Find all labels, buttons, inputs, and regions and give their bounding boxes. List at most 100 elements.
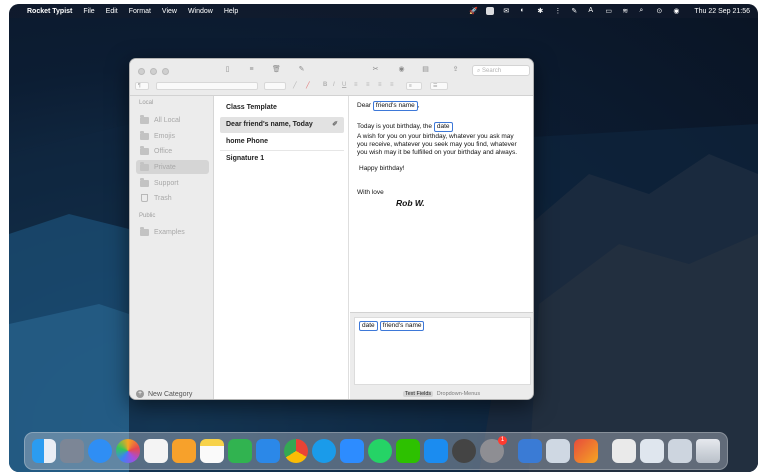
- snippet-title: Dear friend's name, Today: [226, 121, 313, 128]
- sidebar-item-label: Private: [154, 163, 176, 171]
- bluetooth-icon[interactable]: ✱: [537, 7, 545, 15]
- pages-icon[interactable]: [172, 439, 196, 463]
- downloads-icon[interactable]: [668, 439, 692, 463]
- quicktime-icon[interactable]: [452, 439, 476, 463]
- wifi-icon[interactable]: ≋: [622, 7, 630, 15]
- date-field[interactable]: date: [433, 122, 453, 132]
- date-field-chip[interactable]: date: [359, 321, 378, 331]
- numbers-icon[interactable]: [228, 439, 252, 463]
- sidebar-item-examples[interactable]: Examples: [136, 225, 209, 239]
- new-category-button[interactable]: + New Category: [136, 390, 192, 398]
- menu-window[interactable]: Window: [188, 8, 213, 15]
- bold-icon[interactable]: B: [323, 82, 327, 88]
- screen-icon[interactable]: [546, 439, 570, 463]
- sidebar-item-private[interactable]: Private: [136, 160, 209, 174]
- menu-help[interactable]: Help: [224, 8, 238, 15]
- align-justify-icon[interactable]: ≡: [390, 82, 394, 88]
- friend-name-field-chip[interactable]: friend's name: [379, 321, 425, 331]
- migration-icon[interactable]: [518, 439, 542, 463]
- editor-line-with-love: With love: [357, 189, 384, 196]
- zoom-button[interactable]: [162, 68, 169, 75]
- preview-eye-icon[interactable]: ◉: [397, 66, 406, 74]
- folder-stack-icon[interactable]: [612, 439, 636, 463]
- zoom-icon[interactable]: [340, 439, 364, 463]
- battery-icon[interactable]: ▭: [605, 7, 613, 15]
- share-icon[interactable]: ⇪: [451, 66, 460, 74]
- control-center-icon[interactable]: ⊙: [656, 7, 664, 15]
- system-preferences-icon[interactable]: 1: [480, 436, 507, 463]
- search-status-icon[interactable]: ⌕: [639, 7, 647, 15]
- settings-sliders-icon[interactable]: ≡: [247, 66, 256, 74]
- sidebar-item-all-local[interactable]: All Local: [136, 113, 209, 127]
- menu-view[interactable]: View: [162, 8, 177, 15]
- sidebar-toggle-icon[interactable]: ▯: [223, 66, 232, 74]
- list-item[interactable]: Class Template: [220, 100, 344, 116]
- document-stack-icon[interactable]: [640, 439, 664, 463]
- underline-icon[interactable]: U: [342, 82, 346, 88]
- minimize-button[interactable]: [150, 68, 157, 75]
- sidebar-item-office[interactable]: Office: [136, 144, 209, 158]
- reminders-icon[interactable]: [144, 439, 168, 463]
- menu-file[interactable]: File: [83, 8, 94, 15]
- siri-icon[interactable]: ◉: [673, 7, 681, 15]
- editor-line-happy: Happy birthday!: [359, 165, 405, 172]
- tab-text-fields[interactable]: Text Fields: [402, 391, 434, 397]
- sidebar-item-emojis[interactable]: Emojis: [136, 129, 209, 143]
- folder-icon: [140, 114, 149, 124]
- font-family-dropdown[interactable]: [156, 82, 258, 90]
- list-item[interactable]: Dear friend's name, Today ✐: [220, 117, 344, 133]
- spacing-dropdown[interactable]: ≡: [406, 82, 422, 90]
- tab-dropdown-menus[interactable]: Dropdown-Menus: [435, 391, 482, 397]
- moon-status-icon[interactable]: ◐: [520, 7, 528, 15]
- dots-status-icon[interactable]: ⋮: [554, 7, 562, 15]
- folder-icon: [140, 177, 149, 187]
- menu-edit[interactable]: Edit: [106, 8, 118, 15]
- search-input[interactable]: ⌕ Search: [472, 65, 530, 76]
- highlight-color-icon[interactable]: ╱: [306, 82, 310, 89]
- chrome-icon[interactable]: [284, 439, 308, 463]
- app-store-icon[interactable]: [424, 439, 448, 463]
- rocket-typist-status-icon[interactable]: [486, 7, 495, 15]
- trash-icon[interactable]: [696, 439, 720, 463]
- style-dropdown[interactable]: ¶: [135, 82, 149, 90]
- align-right-icon[interactable]: ≡: [378, 82, 382, 88]
- text-color-icon[interactable]: ╱: [293, 82, 297, 89]
- notes-icon[interactable]: [200, 439, 224, 463]
- align-center-icon[interactable]: ≡: [366, 82, 370, 88]
- snippet-editor[interactable]: Dear friend's name, Today is yout birthd…: [350, 96, 533, 311]
- finder-icon[interactable]: [32, 439, 56, 463]
- skype-icon[interactable]: [312, 439, 336, 463]
- new-snippet-icon[interactable]: ✎: [297, 66, 306, 74]
- category-sidebar: Local All Local Emojis Office Private Su…: [130, 96, 214, 399]
- mic-status-icon[interactable]: ✎: [571, 7, 579, 15]
- list-item[interactable]: Signature 1: [220, 151, 344, 167]
- wechat-icon[interactable]: [396, 439, 420, 463]
- list-item[interactable]: home Phone: [220, 134, 344, 150]
- whatsapp-icon[interactable]: [368, 439, 392, 463]
- safari-icon[interactable]: [88, 439, 112, 463]
- pin-icon[interactable]: ✐: [332, 117, 338, 133]
- trash-icon[interactable]: 🗑: [272, 66, 281, 74]
- close-button[interactable]: [138, 68, 145, 75]
- friend-name-field[interactable]: friend's name: [372, 101, 418, 111]
- messages-status-icon[interactable]: ✉: [503, 7, 511, 15]
- clock[interactable]: Thu 22 Sep 21:56: [694, 8, 750, 15]
- align-left-icon[interactable]: ≡: [354, 82, 358, 88]
- keynote-icon[interactable]: [256, 439, 280, 463]
- list-dropdown[interactable]: ☰: [430, 82, 448, 90]
- rocket-typist-icon[interactable]: [574, 439, 598, 463]
- photos-icon[interactable]: [116, 439, 140, 463]
- rocket-status-icon[interactable]: 🚀: [469, 7, 478, 15]
- launchpad-icon[interactable]: [60, 439, 84, 463]
- menu-app-name[interactable]: Rocket Typist: [27, 8, 72, 15]
- text-status-icon[interactable]: A: [588, 7, 596, 15]
- font-size-dropdown[interactable]: [264, 82, 286, 90]
- document-icon[interactable]: ▤: [421, 66, 430, 74]
- sidebar-item-support[interactable]: Support: [136, 176, 209, 190]
- italic-icon[interactable]: I: [333, 82, 335, 88]
- menu-format[interactable]: Format: [129, 8, 151, 15]
- fields-tabs: Text Fields Dropdown-Menus: [350, 391, 533, 397]
- sidebar-item-trash[interactable]: Trash: [136, 191, 209, 205]
- tools-icon[interactable]: ✂: [371, 66, 380, 74]
- snippet-title: Class Template: [226, 104, 277, 111]
